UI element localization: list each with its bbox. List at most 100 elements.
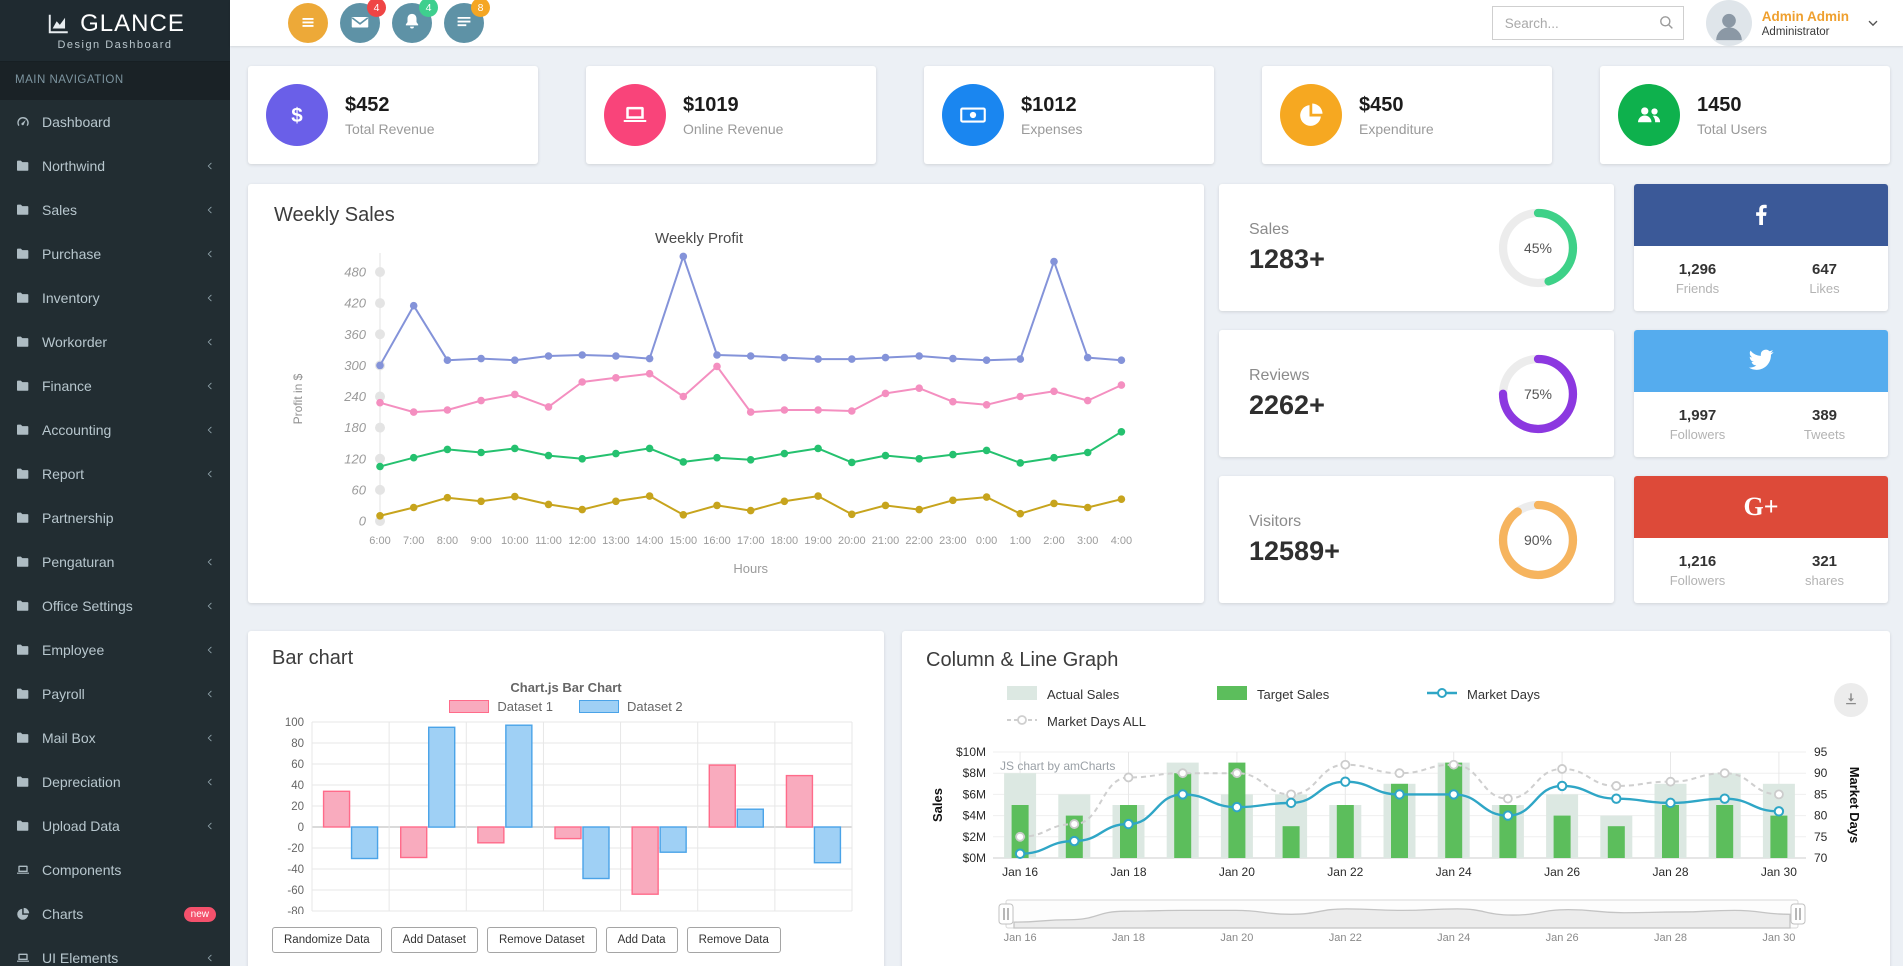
sidebar-item-sales[interactable]: Sales xyxy=(0,188,230,232)
sidebar-item-office-settings[interactable]: Office Settings xyxy=(0,584,230,628)
google-plus-card[interactable]: G+ 1,216Followers321shares xyxy=(1634,476,1888,603)
progress-percent: 45% xyxy=(1492,202,1584,294)
sidebar-item-pengaturan[interactable]: Pengaturan xyxy=(0,540,230,584)
svg-text:240: 240 xyxy=(343,389,366,404)
sidebar-item-depreciation[interactable]: Depreciation xyxy=(0,760,230,804)
sidebar-item-label: Northwind xyxy=(42,158,105,174)
sidebar-item-finance[interactable]: Finance xyxy=(0,364,230,408)
svg-text:95: 95 xyxy=(1814,745,1828,759)
remove-dataset-button[interactable]: Remove Dataset xyxy=(487,927,597,953)
social-stat: 647Likes xyxy=(1761,261,1888,296)
search-icon[interactable] xyxy=(1657,13,1676,37)
svg-text:Jan 28: Jan 28 xyxy=(1652,865,1688,879)
add-dataset-button[interactable]: Add Dataset xyxy=(391,927,478,953)
stat-value: $1012 xyxy=(1021,94,1082,117)
sidebar-item-label: Accounting xyxy=(42,422,111,438)
sidebar-item-label: Charts xyxy=(42,906,83,922)
facebook-icon xyxy=(1744,196,1778,235)
tasks-button[interactable]: 8 xyxy=(444,3,484,43)
svg-text:JS chart by amCharts: JS chart by amCharts xyxy=(1000,759,1115,773)
sidebar-item-accounting[interactable]: Accounting xyxy=(0,408,230,452)
sidebar-item-northwind[interactable]: Northwind xyxy=(0,144,230,188)
sidebar-item-employee[interactable]: Employee xyxy=(0,628,230,672)
menu-toggle-button[interactable] xyxy=(288,3,328,43)
stat-value: $452 xyxy=(345,94,435,117)
sidebar-item-dashboard[interactable]: Dashboard xyxy=(0,100,230,144)
column-line-title: Column & Line Graph xyxy=(926,649,1866,672)
folder-icon xyxy=(14,774,31,790)
stats-row: $$452Total Revenue$1019Online Revenue$10… xyxy=(248,66,1890,164)
svg-text:$0M: $0M xyxy=(963,851,986,865)
legend-item-actual-sales[interactable]: Actual Sales xyxy=(1007,686,1217,703)
svg-text:$: $ xyxy=(291,104,303,127)
messages-button[interactable]: 4 xyxy=(340,3,380,43)
progress-label: Visitors xyxy=(1249,513,1340,531)
svg-text:75: 75 xyxy=(1814,830,1828,844)
sidebar-item-purchase[interactable]: Purchase xyxy=(0,232,230,276)
svg-text:60: 60 xyxy=(352,482,367,497)
twitter-card[interactable]: 1,997Followers389Tweets xyxy=(1634,330,1888,457)
sidebar-item-components[interactable]: Components xyxy=(0,848,230,892)
folder-icon xyxy=(14,290,31,306)
sidebar-item-partnership[interactable]: Partnership xyxy=(0,496,230,540)
remove-data-button[interactable]: Remove Data xyxy=(687,927,781,953)
sidebar-item-ui-elements[interactable]: UI Elements xyxy=(0,936,230,966)
svg-text:Jan 28: Jan 28 xyxy=(1654,932,1687,943)
sidebar-item-upload-data[interactable]: Upload Data xyxy=(0,804,230,848)
download-button[interactable] xyxy=(1834,683,1868,717)
chevron-left-icon xyxy=(204,644,216,656)
svg-text:85: 85 xyxy=(1814,787,1828,801)
randomize-data-button[interactable]: Randomize Data xyxy=(272,927,382,953)
chevron-left-icon xyxy=(204,732,216,744)
scrollbar-left-handle[interactable] xyxy=(999,904,1013,924)
notifications-button[interactable]: 4 xyxy=(392,3,432,43)
sidebar-item-workorder[interactable]: Workorder xyxy=(0,320,230,364)
legend-item-dataset-1[interactable]: Dataset 1 xyxy=(449,699,553,714)
legend-item-target-sales[interactable]: Target Sales xyxy=(1217,686,1427,703)
middle-row: Weekly Sales Weekly Profit48042036030024… xyxy=(248,184,1890,603)
legend-item-market-days-all[interactable]: Market Days ALL xyxy=(1007,713,1217,730)
facebook-card[interactable]: 1,296Friends647Likes xyxy=(1634,184,1888,311)
sidebar-item-payroll[interactable]: Payroll xyxy=(0,672,230,716)
svg-text:0:00: 0:00 xyxy=(976,535,997,547)
search-input[interactable] xyxy=(1492,6,1684,40)
facebook-banner[interactable] xyxy=(1634,184,1888,246)
donut-chart: 75% xyxy=(1492,348,1584,440)
sidebar-item-report[interactable]: Report xyxy=(0,452,230,496)
pie-icon xyxy=(1280,84,1342,146)
folder-icon xyxy=(14,686,31,702)
new-badge: new xyxy=(184,907,216,922)
sidebar-item-mail-box[interactable]: Mail Box xyxy=(0,716,230,760)
svg-text:$6M: $6M xyxy=(963,787,986,801)
legend-item-dataset-2[interactable]: Dataset 2 xyxy=(579,699,683,714)
social-stat: 321shares xyxy=(1761,553,1888,588)
sidebar-item-charts[interactable]: Charts new xyxy=(0,892,230,936)
svg-text:7:00: 7:00 xyxy=(403,535,424,547)
svg-text:360: 360 xyxy=(344,327,366,342)
add-data-button[interactable]: Add Data xyxy=(606,927,678,953)
social-stat: 1,216Followers xyxy=(1634,553,1761,588)
sidebar-item-inventory[interactable]: Inventory xyxy=(0,276,230,320)
weekly-sales-card: Weekly Sales Weekly Profit48042036030024… xyxy=(248,184,1204,603)
laptop-icon xyxy=(14,862,31,878)
sidebar-item-label: Office Settings xyxy=(42,598,133,614)
sidebar-item-label: Dashboard xyxy=(42,114,111,130)
svg-text:6:00: 6:00 xyxy=(369,535,390,547)
folder-icon xyxy=(14,422,31,438)
legend-item-market-days[interactable]: Market Days xyxy=(1427,686,1727,703)
user-menu[interactable]: Admin Admin Administrator xyxy=(1706,0,1881,46)
chart-scrollbar[interactable]: Jan 16Jan 18Jan 20Jan 22Jan 24Jan 26Jan … xyxy=(926,887,1866,948)
svg-text:3:00: 3:00 xyxy=(1077,535,1098,547)
svg-text:Jan 24: Jan 24 xyxy=(1436,865,1472,879)
svg-text:-20: -20 xyxy=(287,843,304,855)
logo[interactable]: GLANCE Design Dashboard xyxy=(0,0,230,62)
svg-text:14:00: 14:00 xyxy=(636,535,664,547)
svg-text:60: 60 xyxy=(291,759,304,771)
scrollbar-right-handle[interactable] xyxy=(1791,904,1805,924)
google-plus-banner[interactable]: G+ xyxy=(1634,476,1888,538)
nav-section-title: MAIN NAVIGATION xyxy=(0,62,230,100)
svg-text:8:00: 8:00 xyxy=(437,535,458,547)
svg-text:Jan 24: Jan 24 xyxy=(1437,932,1470,943)
list-icon xyxy=(453,11,475,36)
twitter-banner[interactable] xyxy=(1634,330,1888,392)
